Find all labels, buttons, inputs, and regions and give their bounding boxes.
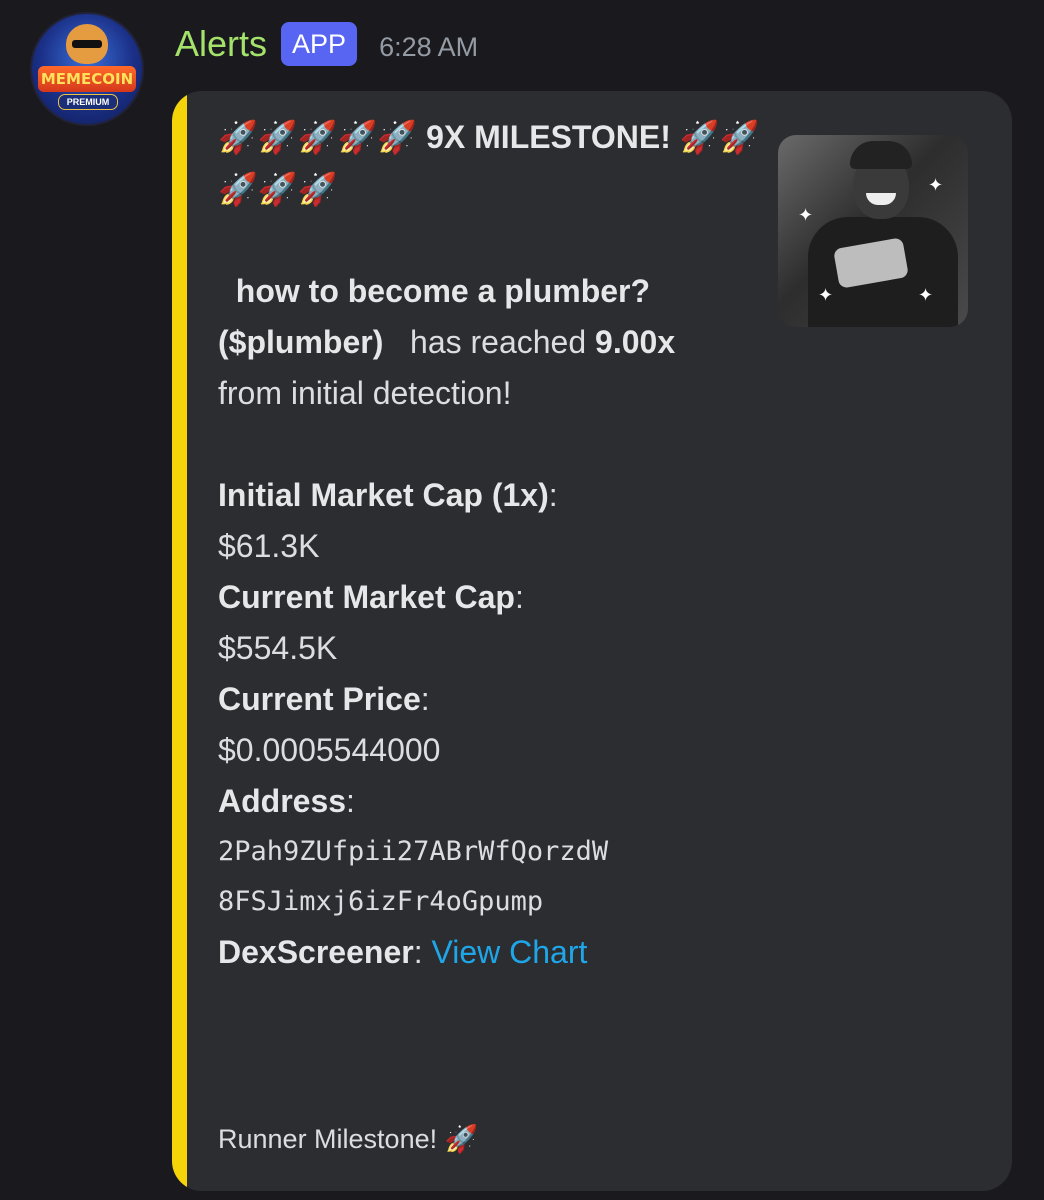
milestone-summary: how to become a plumber? ($plumber) has …: [218, 266, 678, 419]
embed-title: 🚀🚀🚀🚀🚀 9X MILESTONE! 🚀🚀🚀🚀🚀: [218, 111, 778, 215]
field-dexscreener: DexScreener: View Chart: [218, 934, 588, 970]
field-current-mc: Current Market Cap:: [218, 579, 524, 615]
field-initial-mc: Initial Market Cap (1x):: [218, 477, 558, 513]
initial-mc-value: $61.3K: [218, 528, 320, 564]
summary-text-reached: has reached: [410, 324, 587, 360]
current-price-label: Current Price: [218, 681, 421, 717]
field-current-price: Current Price:: [218, 681, 430, 717]
address-label: Address: [218, 783, 347, 819]
avatar-logo-subtext: PREMIUM: [58, 94, 118, 110]
multiplier-value: 9.00x: [595, 324, 676, 360]
embed-thumbnail[interactable]: ✦ ✦ ✦ ✦: [778, 135, 968, 327]
avatar-logo-text: MEMECOIN: [38, 66, 136, 92]
current-mc-value: $554.5K: [218, 630, 338, 666]
bot-avatar[interactable]: MEMECOIN PREMIUM: [32, 14, 142, 124]
discord-message: MEMECOIN PREMIUM Alerts APP 6:28 AM 🚀🚀🚀🚀…: [0, 0, 1044, 1200]
embed-description: 🚀🚀🚀🚀🚀 9X MILESTONE! 🚀🚀🚀🚀🚀 how to become …: [218, 111, 778, 978]
alert-embed: 🚀🚀🚀🚀🚀 9X MILESTONE! 🚀🚀🚀🚀🚀 how to become …: [172, 91, 1012, 1191]
dexscreener-label: DexScreener: [218, 934, 414, 970]
address-line-2[interactable]: 8FSJimxj6izFr4oGpump: [218, 877, 778, 927]
message-timestamp[interactable]: 6:28 AM: [379, 32, 478, 63]
sparkle-icon: ✦: [798, 205, 814, 226]
field-address: Address:: [218, 783, 355, 819]
app-badge: APP: [281, 22, 358, 66]
milestone-title: 9X MILESTONE!: [426, 119, 671, 155]
rocket-icon: 🚀🚀🚀🚀🚀: [218, 118, 418, 156]
thumbnail-beanie: [850, 141, 912, 169]
initial-mc-label: Initial Market Cap (1x): [218, 477, 549, 513]
sparkle-icon: ✦: [818, 285, 834, 306]
current-price-value: $0.0005544000: [218, 732, 441, 768]
current-mc-label: Current Market Cap: [218, 579, 515, 615]
embed-footer: Runner Milestone! 🚀: [218, 1124, 479, 1154]
embed-accent-bar: [172, 91, 187, 1191]
sparkle-icon: ✦: [928, 175, 944, 196]
address-line-1[interactable]: 2Pah9ZUfpii27ABrWfQorzdW: [218, 827, 778, 877]
sunglasses-icon: [72, 40, 102, 48]
summary-text-detection: from initial detection!: [218, 375, 512, 411]
author-name[interactable]: Alerts: [175, 23, 267, 65]
message-header: Alerts APP 6:28 AM: [175, 18, 478, 70]
sparkle-icon: ✦: [918, 285, 934, 306]
view-chart-link[interactable]: View Chart: [431, 934, 587, 970]
